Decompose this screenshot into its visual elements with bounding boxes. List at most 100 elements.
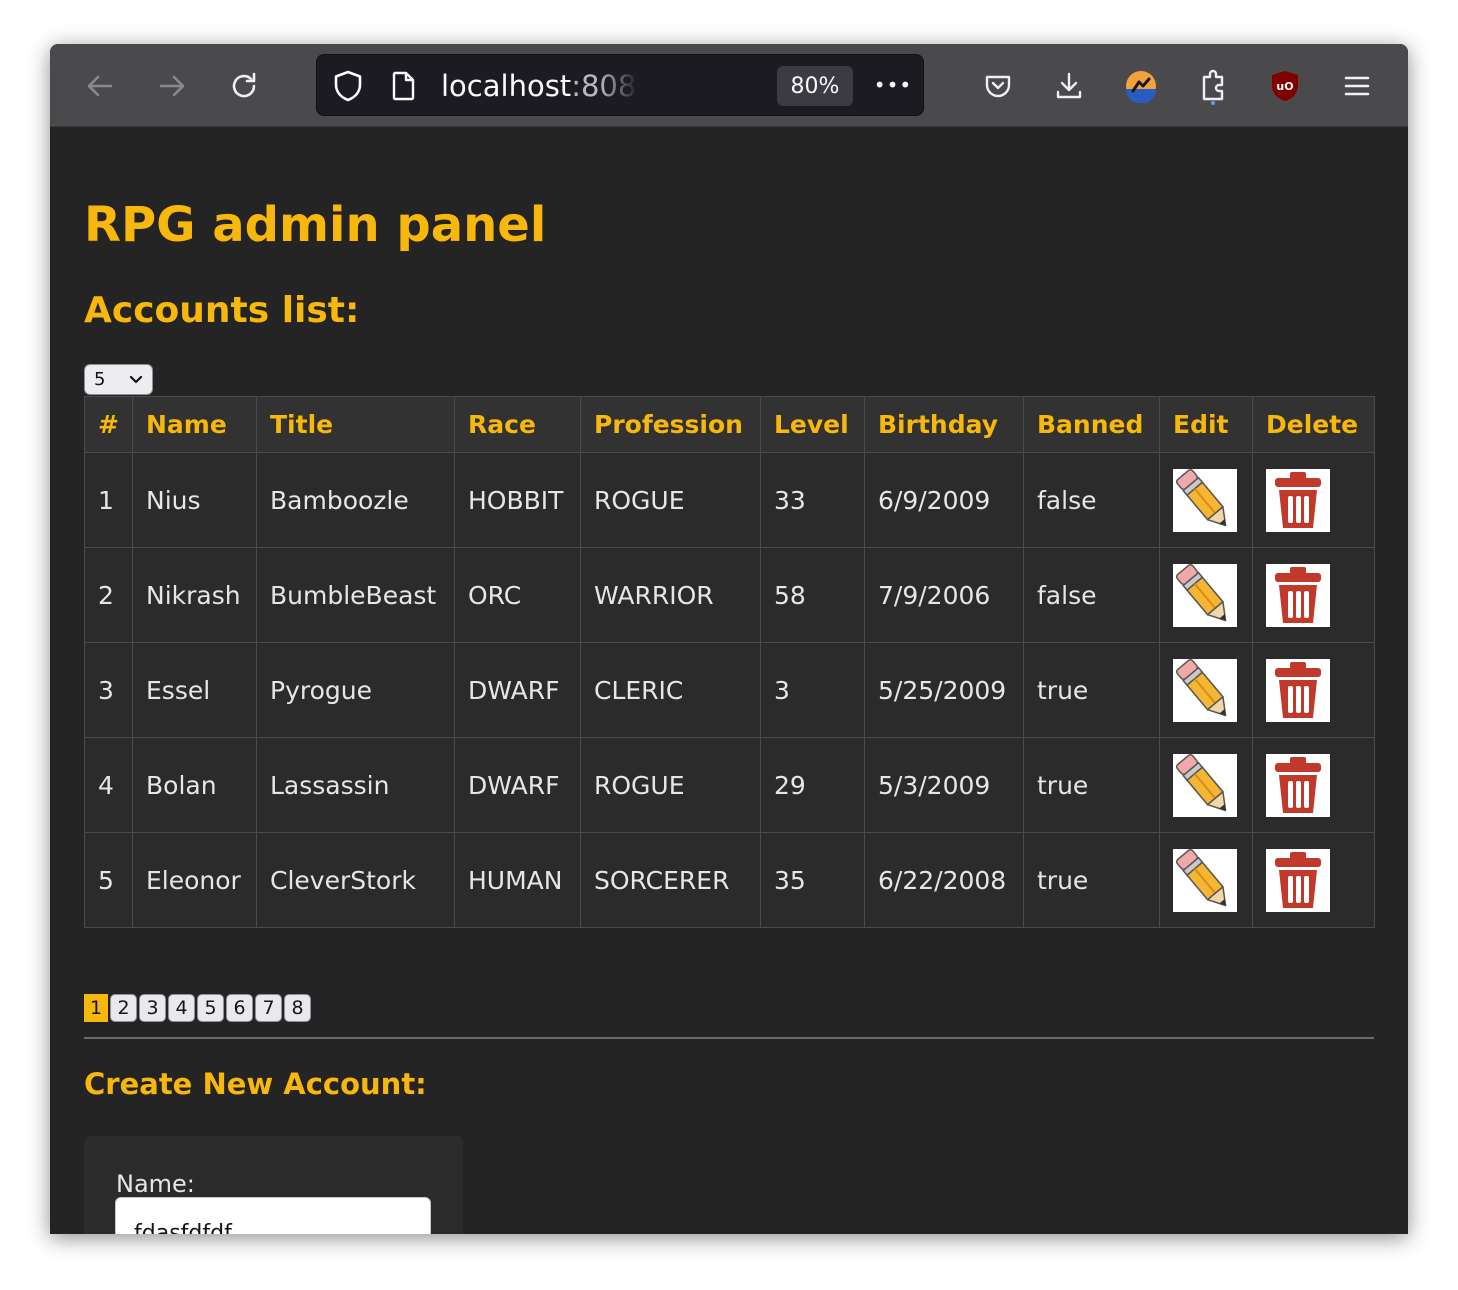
header-race[interactable]: Race <box>454 396 581 453</box>
cell-title: Bamboozle <box>256 452 455 548</box>
cell-title: BumbleBeast <box>256 547 455 643</box>
delete-button[interactable] <box>1266 848 1330 912</box>
table-row: 2 Nikrash BumbleBeast ORC WARRIOR 58 7/9… <box>84 547 1375 643</box>
table-row: 5 Eleonor CleverStork HUMAN SORCERER 35 … <box>84 832 1375 928</box>
page-button[interactable]: 5 <box>197 994 224 1022</box>
pagination: 1 2 3 4 5 6 7 8 <box>84 994 311 1022</box>
trash-icon <box>1275 661 1321 718</box>
cell-name: Bolan <box>132 737 257 833</box>
accounts-table: # Name Title Race Profession Level Birth… <box>84 396 1375 928</box>
header-edit: Edit <box>1159 396 1253 453</box>
cell-name: Eleonor <box>132 832 257 928</box>
cell-name: Nius <box>132 452 257 548</box>
url-bar[interactable]: localhost:8080/rpg_wa 80% ••• <box>316 54 924 116</box>
cell-delete <box>1252 452 1375 548</box>
cell-profession: WARRIOR <box>580 547 761 643</box>
page-button[interactable]: 2 <box>110 994 137 1022</box>
ublock-shield-icon: uO <box>1272 71 1298 101</box>
cell-race: DWARF <box>454 737 581 833</box>
pencil-icon <box>1175 563 1227 621</box>
cell-level: 29 <box>760 737 865 833</box>
url-host: localhost <box>441 69 572 103</box>
page-button[interactable]: 1 <box>84 994 108 1022</box>
name-input[interactable] <box>115 1197 431 1234</box>
delete-button[interactable] <box>1266 753 1330 817</box>
downloads-button[interactable] <box>1049 66 1089 106</box>
cell-edit <box>1159 832 1253 928</box>
forward-button[interactable] <box>152 66 192 106</box>
pencil-icon <box>1175 848 1227 906</box>
cell-id: 1 <box>84 452 133 548</box>
trash-icon <box>1275 756 1321 813</box>
table-row: 4 Bolan Lassassin DWARF ROGUE 29 5/3/200… <box>84 737 1375 833</box>
reload-button[interactable] <box>224 66 264 106</box>
header-banned[interactable]: Banned <box>1023 396 1160 453</box>
pocket-icon <box>985 75 1011 98</box>
header-birthday[interactable]: Birthday <box>864 396 1024 453</box>
url-path: :8080/rpg_wa <box>571 69 639 103</box>
page-button[interactable]: 4 <box>168 994 195 1022</box>
header-title[interactable]: Title <box>256 396 455 453</box>
page-button[interactable]: 6 <box>226 994 253 1022</box>
cell-birthday: 6/9/2009 <box>864 452 1024 548</box>
pencil-icon <box>1175 658 1227 716</box>
edit-button[interactable] <box>1173 563 1237 627</box>
section-divider <box>84 1037 1374 1039</box>
cell-edit <box>1159 547 1253 643</box>
page-button[interactable]: 3 <box>139 994 166 1022</box>
cell-banned: true <box>1023 832 1160 928</box>
cell-title: Pyrogue <box>256 642 455 738</box>
delete-button[interactable] <box>1266 563 1330 627</box>
ublock-button[interactable]: uO <box>1265 66 1305 106</box>
back-arrow-icon <box>87 75 113 97</box>
edit-button[interactable] <box>1173 848 1237 912</box>
trash-icon <box>1275 851 1321 908</box>
cell-birthday: 5/25/2009 <box>864 642 1024 738</box>
page-content: RPG admin panel Accounts list: 5 # Name … <box>50 127 1408 1234</box>
extensions-button[interactable] <box>1193 66 1233 106</box>
trash-icon <box>1275 566 1321 623</box>
chevron-down-icon <box>129 375 143 383</box>
edit-button[interactable] <box>1173 468 1237 532</box>
header-profession[interactable]: Profession <box>580 396 761 453</box>
header-number[interactable]: # <box>84 396 133 453</box>
cell-id: 4 <box>84 737 133 833</box>
page-size-select[interactable]: 5 <box>84 364 153 395</box>
header-level[interactable]: Level <box>760 396 865 453</box>
cell-level: 58 <box>760 547 865 643</box>
page-actions-menu-icon[interactable]: ••• <box>873 68 913 102</box>
cell-level: 35 <box>760 832 865 928</box>
delete-button[interactable] <box>1266 468 1330 532</box>
header-name[interactable]: Name <box>132 396 257 453</box>
zoom-level-badge[interactable]: 80% <box>777 66 853 106</box>
profile-extension-button[interactable] <box>1121 66 1161 106</box>
cell-delete <box>1252 547 1375 643</box>
cell-level: 3 <box>760 642 865 738</box>
cell-race: DWARF <box>454 642 581 738</box>
cell-title: CleverStork <box>256 832 455 928</box>
cell-race: ORC <box>454 547 581 643</box>
pocket-button[interactable] <box>978 66 1018 106</box>
table-row: 1 Nius Bamboozle HOBBIT ROGUE 33 6/9/200… <box>84 452 1375 548</box>
cell-banned: false <box>1023 452 1160 548</box>
url-text[interactable]: localhost:8080/rpg_wa <box>441 69 639 103</box>
header-delete: Delete <box>1252 396 1375 453</box>
cell-edit <box>1159 452 1253 548</box>
edit-button[interactable] <box>1173 753 1237 817</box>
back-button[interactable] <box>80 66 120 106</box>
page-button[interactable]: 7 <box>255 994 282 1022</box>
page-button[interactable]: 8 <box>284 994 311 1022</box>
cell-race: HUMAN <box>454 832 581 928</box>
table-header-row: # Name Title Race Profession Level Birth… <box>84 396 1375 453</box>
shield-icon[interactable] <box>331 69 365 103</box>
puzzle-piece-icon <box>1202 69 1224 105</box>
pencil-icon <box>1175 753 1227 811</box>
cell-level: 33 <box>760 452 865 548</box>
edit-button[interactable] <box>1173 658 1237 722</box>
accounts-list-heading: Accounts list: <box>84 290 360 331</box>
table-row: 3 Essel Pyrogue DWARF CLERIC 3 5/25/2009… <box>84 642 1375 738</box>
delete-button[interactable] <box>1266 658 1330 722</box>
cell-name: Nikrash <box>132 547 257 643</box>
cell-id: 5 <box>84 832 133 928</box>
app-menu-button[interactable] <box>1337 66 1377 106</box>
